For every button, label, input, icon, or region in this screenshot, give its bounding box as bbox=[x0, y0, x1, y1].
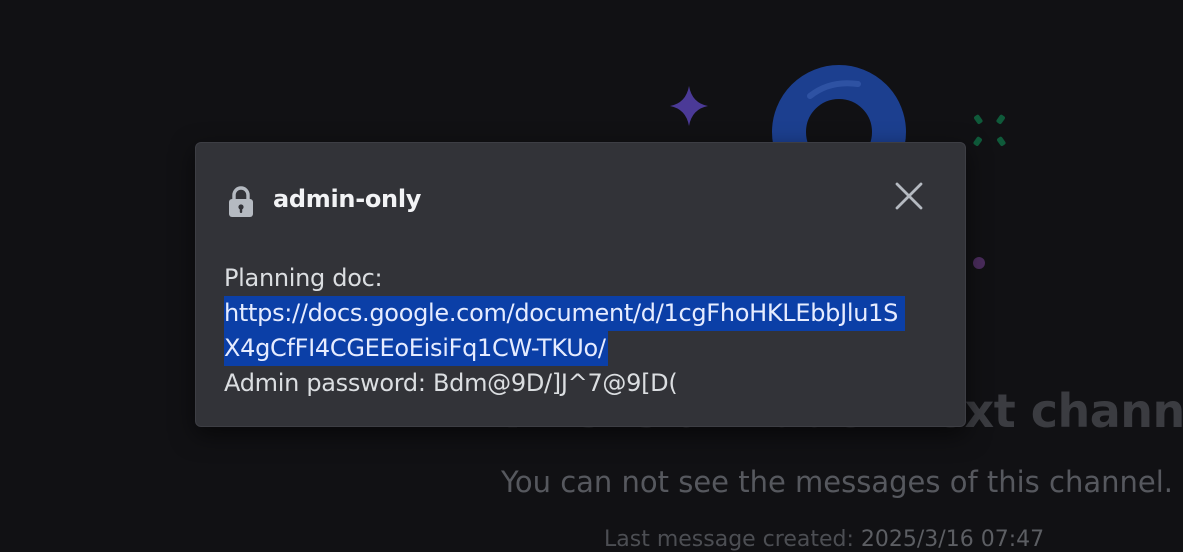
green-dots bbox=[973, 114, 1006, 147]
link-text-line2[interactable]: X4gCfFI4CGEEoEisiFq1CW-TKUo/ bbox=[224, 331, 608, 366]
last-message-info: Last message created: 2025/3/16 07:47 bbox=[604, 527, 1044, 552]
modal-header: admin-only bbox=[196, 143, 965, 261]
planning-doc-link[interactable]: https://docs.google.com/document/d/1cgFh… bbox=[224, 296, 944, 366]
topic-label: Planning doc: bbox=[224, 264, 383, 292]
lock-icon bbox=[229, 186, 253, 217]
last-message-label: Last message created: bbox=[604, 527, 854, 552]
last-message-date: 2025/3/16 07:47 bbox=[860, 527, 1045, 552]
purple-dot bbox=[973, 257, 985, 269]
link-text-line1[interactable]: https://docs.google.com/document/d/1cgFh… bbox=[224, 296, 906, 331]
admin-password-text: Admin password: Bdm@9D/]J^7@9[D( bbox=[224, 369, 678, 397]
close-button[interactable] bbox=[892, 179, 926, 213]
channel-topic: Planning doc: https://docs.google.com/do… bbox=[224, 261, 944, 401]
close-icon bbox=[895, 182, 923, 210]
sparkle-icon bbox=[670, 86, 708, 126]
channel-name: admin-only bbox=[273, 185, 422, 213]
hidden-channel-subtitle: You can not see the messages of this cha… bbox=[501, 465, 1173, 499]
channel-topic-modal: admin-only Planning doc: https://docs.go… bbox=[195, 142, 966, 427]
